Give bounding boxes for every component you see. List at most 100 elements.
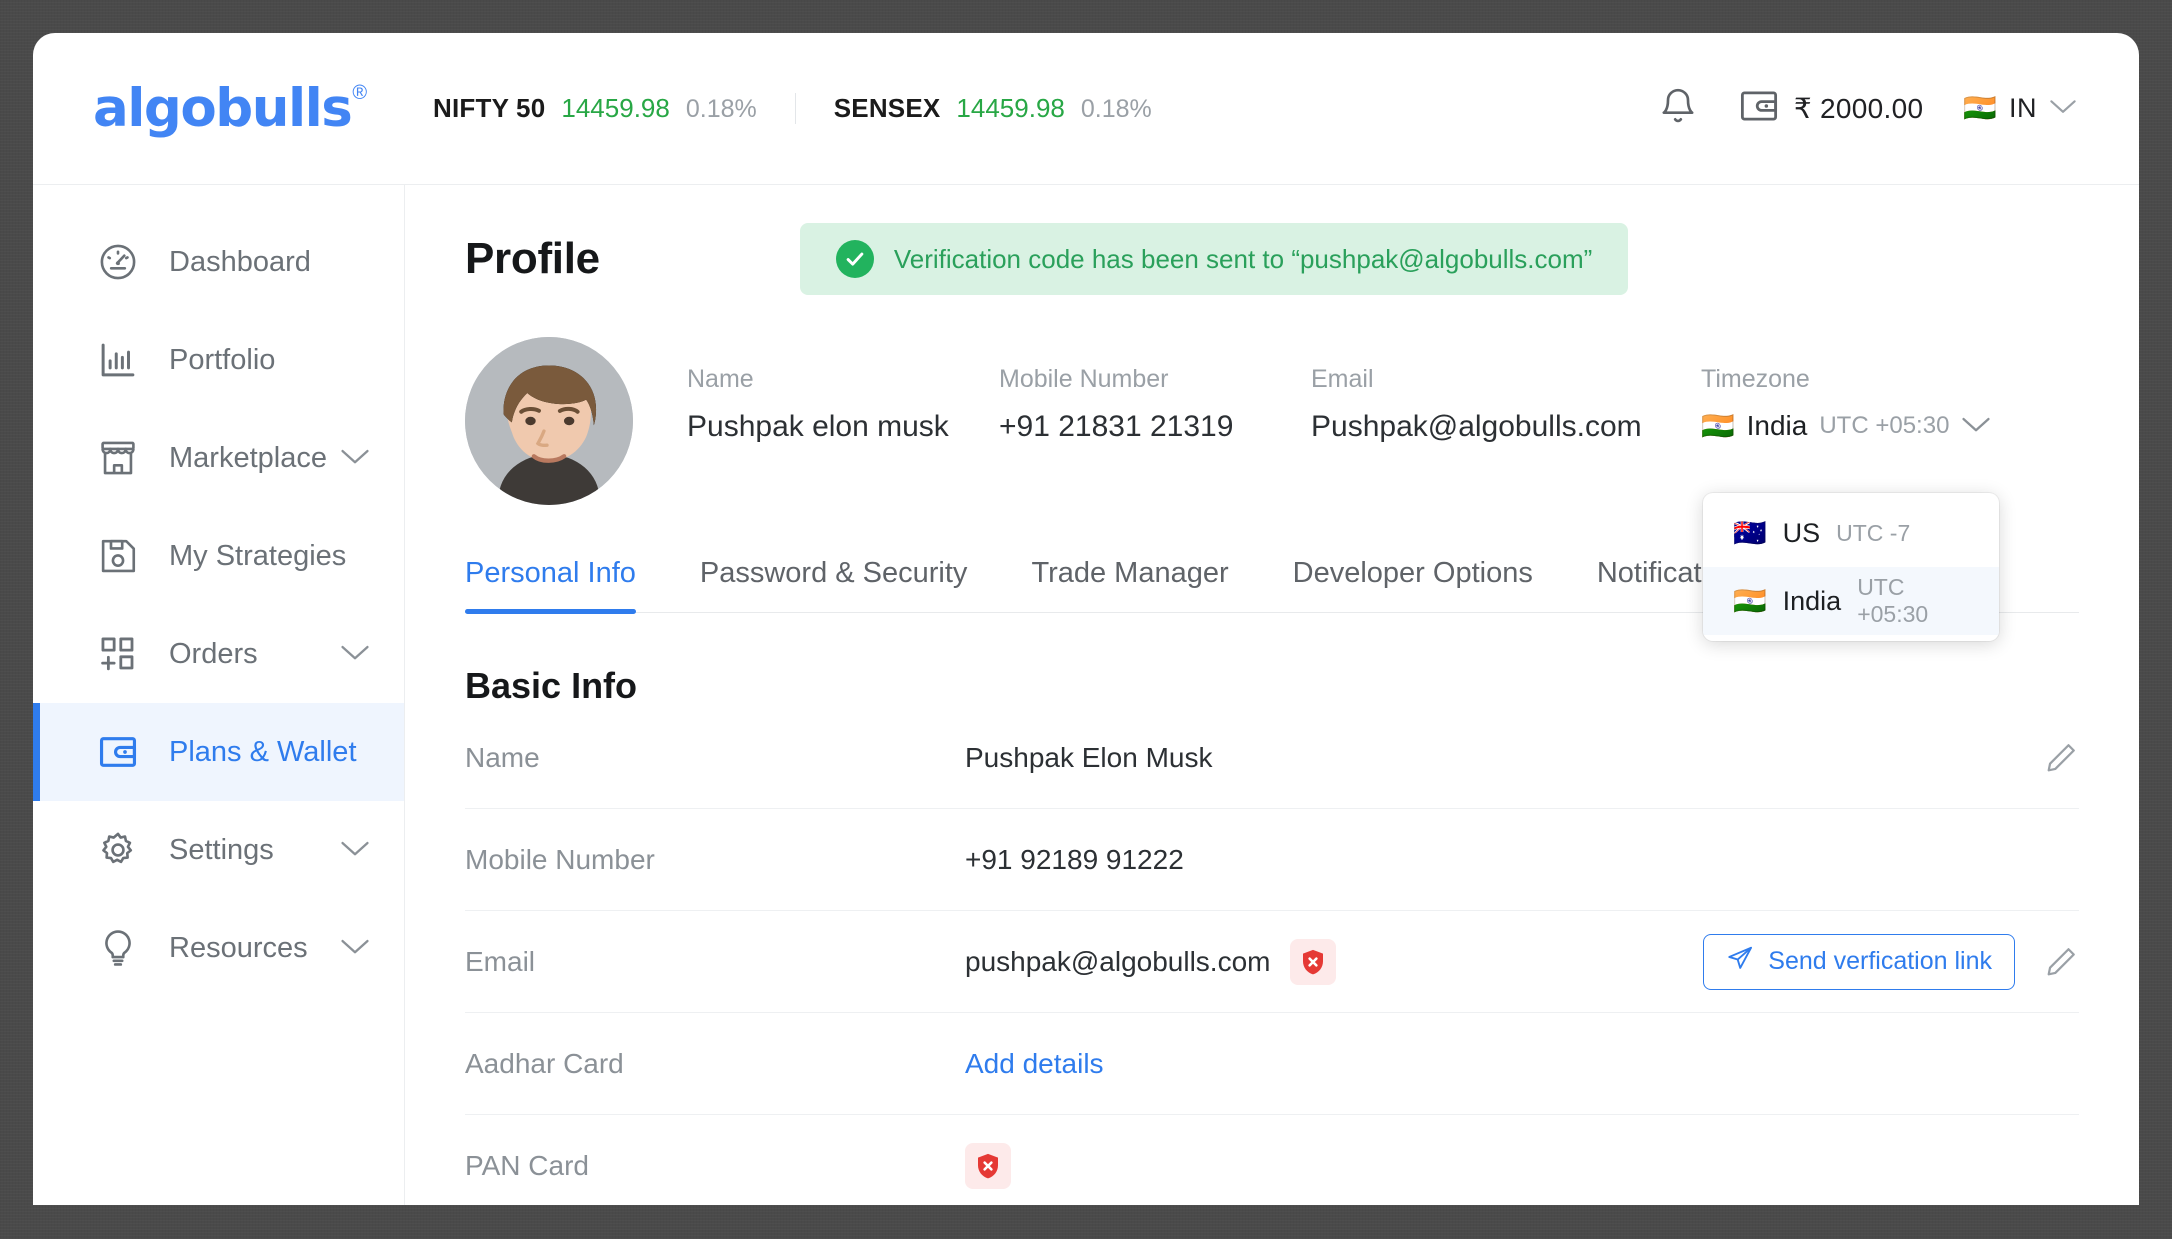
timezone-option-name: India [1782, 585, 1842, 616]
info-row-email: Email pushpak@algobulls.com Send verfica… [465, 911, 2079, 1013]
ticker-name: SENSEX [833, 93, 941, 123]
timezone-option-offset: UTC -7 [1836, 519, 1911, 546]
main-content: Profile Verification code has been sent … [405, 185, 2139, 1205]
country-selector[interactable]: 🇮🇳 IN [1963, 93, 2077, 124]
timezone-selector[interactable]: 🇮🇳 India UTC +05:30 [1701, 410, 1991, 442]
bell-icon [1658, 84, 1698, 133]
sidebar-item-label: My Strategies [169, 539, 347, 572]
wallet-icon [95, 729, 141, 775]
speedometer-icon [95, 239, 141, 285]
chevron-down-icon [2049, 97, 2077, 120]
send-verification-link-button[interactable]: Send verfication link [1703, 933, 2015, 990]
tab-developer-options[interactable]: Developer Options [1293, 557, 1533, 612]
sidebar-item-label: Plans & Wallet [169, 735, 357, 768]
row-label: Mobile Number [465, 843, 655, 875]
sidebar-item-portfolio[interactable]: Portfolio [33, 311, 404, 409]
info-row-pan-card: PAN Card [465, 1115, 2079, 1205]
header-actions: ₹ 2000.00 🇮🇳 IN [1658, 84, 2095, 133]
sidebar-item-label: Settings [169, 833, 274, 866]
row-label: PAN Card [465, 1149, 589, 1181]
field-value: Pushpak elon musk [687, 410, 949, 443]
sidebar-item-label: Marketplace [169, 441, 327, 474]
row-value-wrap [965, 1142, 1011, 1189]
chevron-down-icon[interactable] [340, 839, 370, 862]
wallet-balance: ₹ 2000.00 [1793, 93, 1924, 124]
edit-name-button[interactable] [2043, 740, 2079, 776]
add-details-link[interactable]: Add details [965, 1048, 1104, 1080]
sidebar-item-plans-and-wallet[interactable]: Plans & Wallet [33, 703, 404, 801]
ticker-change: 0.18% [1080, 95, 1152, 123]
edit-email-button[interactable] [2043, 944, 2079, 980]
india-flag-icon: 🇮🇳 [1963, 93, 1997, 124]
wallet-button[interactable]: ₹ 2000.00 [1738, 85, 1924, 132]
sidebar-item-label: Dashboard [169, 245, 311, 278]
summary-field-name: Name Pushpak elon musk [687, 365, 999, 444]
page-title: Profile [465, 234, 600, 283]
ticker-value: 14459.98 [561, 93, 670, 123]
ticker-sensex[interactable]: SENSEX 14459.98 0.18% [794, 93, 1190, 124]
india-flag-icon: 🇮🇳 [1733, 585, 1767, 617]
field-label: Timezone [1701, 365, 1810, 393]
app-body: Dashboard Portfolio Marketplace My Strat… [33, 185, 2139, 1205]
notifications-button[interactable] [1658, 84, 1698, 133]
toast-message: Verification code has been sent to “push… [893, 243, 1593, 274]
sidebar-item-label: Resources [169, 931, 308, 964]
top-header: algobulls ® NIFTY 50 14459.98 0.18% SENSE… [33, 33, 2139, 185]
sidebar-nav: Dashboard Portfolio Marketplace My Strat… [33, 185, 405, 1205]
timezone-option-us[interactable]: 🇦🇺 US UTC -7 [1703, 499, 1999, 567]
timezone-offset: UTC +05:30 [1819, 412, 1950, 439]
avatar-photo [465, 337, 633, 505]
country-code-label: IN [2009, 93, 2037, 123]
logo-text: algobulls [93, 78, 353, 139]
timezone-option-name: US [1782, 517, 1821, 548]
field-value: Pushpak@algobulls.com [1311, 410, 1642, 443]
chevron-down-icon[interactable] [340, 447, 370, 470]
tab-password-security[interactable]: Password & Security [700, 557, 968, 612]
app-window: algobulls ® NIFTY 50 14459.98 0.18% SENSE… [33, 33, 2139, 1205]
info-row-name: Name Pushpak Elon Musk [465, 707, 2079, 809]
tab-trade-manager[interactable]: Trade Manager [1031, 557, 1228, 612]
page-header: Profile Verification code has been sent … [465, 185, 2079, 295]
summary-field-mobile: Mobile Number +91 21831 21319 [999, 365, 1311, 444]
india-flag-icon: 🇮🇳 [1701, 410, 1735, 442]
wallet-icon [1738, 85, 1780, 132]
ticker-value: 14459.98 [956, 93, 1065, 123]
row-value-wrap: pushpak@algobulls.com [965, 938, 1337, 985]
success-toast: Verification code has been sent to “push… [799, 223, 1629, 295]
sidebar-item-orders[interactable]: Orders [33, 605, 404, 703]
shield-x-icon [1290, 938, 1337, 985]
timezone-option-india[interactable]: 🇮🇳 India UTC +05:30 [1703, 567, 1999, 635]
summary-fields: Name Pushpak elon musk Mobile Number +91… [687, 337, 2079, 444]
sidebar-item-marketplace[interactable]: Marketplace [33, 409, 404, 507]
row-label: Aadhar Card [465, 1047, 624, 1079]
avatar[interactable] [465, 337, 633, 505]
tab-personal-info[interactable]: Personal Info [465, 557, 636, 614]
info-row-mobile-number: Mobile Number +91 92189 91222 [465, 809, 2079, 911]
bar-chart-icon [95, 337, 141, 383]
chevron-down-icon[interactable] [340, 643, 370, 666]
send-verification-link-label: Send verfication link [1768, 947, 1992, 975]
row-value: pushpak@algobulls.com [965, 945, 1271, 977]
storefront-icon [95, 435, 141, 481]
profile-summary: Name Pushpak elon musk Mobile Number +91… [465, 337, 2079, 505]
chevron-down-icon[interactable] [340, 937, 370, 960]
send-plane-icon [1726, 944, 1754, 979]
ticker-nifty50[interactable]: NIFTY 50 14459.98 0.18% [433, 93, 795, 124]
sidebar-item-label: Portfolio [169, 343, 276, 376]
row-label: Name [465, 741, 540, 773]
sidebar-item-label: Orders [169, 637, 258, 670]
ticker-change: 0.18% [685, 95, 757, 123]
row-actions [2043, 740, 2079, 776]
row-value: Pushpak Elon Musk [965, 741, 1213, 773]
us-flag-icon: 🇦🇺 [1733, 517, 1767, 549]
brand-logo[interactable]: algobulls ® [63, 82, 433, 135]
sidebar-item-my-strategies[interactable]: My Strategies [33, 507, 404, 605]
lightbulb-icon [95, 925, 141, 971]
sidebar-item-settings[interactable]: Settings [33, 801, 404, 899]
field-label: Mobile Number [999, 365, 1169, 393]
timezone-option-offset: UTC +05:30 [1857, 574, 1929, 627]
sidebar-item-dashboard[interactable]: Dashboard [33, 213, 404, 311]
sidebar-item-resources[interactable]: Resources [33, 899, 404, 997]
row-actions: Send verfication link [1703, 933, 2079, 990]
field-label: Name [687, 365, 754, 393]
